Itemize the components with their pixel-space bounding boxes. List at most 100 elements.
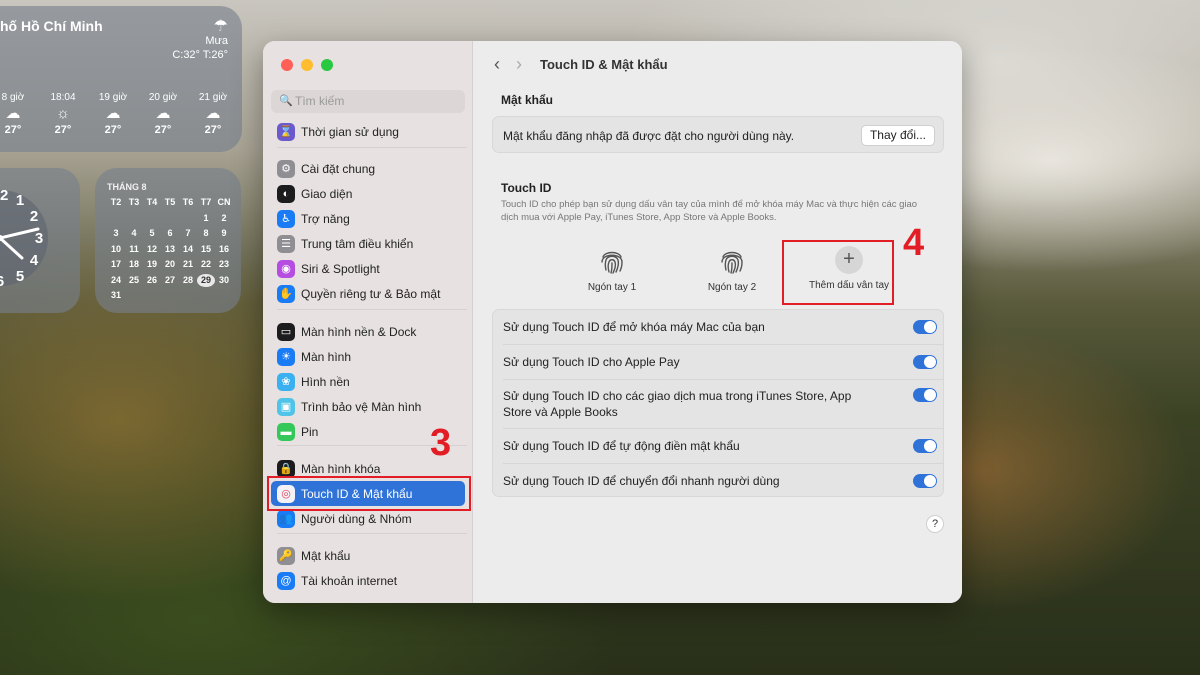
sidebar-item[interactable]: ☰ Trung tâm điều khiển bbox=[271, 231, 465, 256]
password-heading: Mật khẩu bbox=[501, 93, 554, 107]
weather-widget[interactable]: hố Hồ Chí Minh ☂ Mưa C:32° T:26° 8 giờ ☁ 2… bbox=[0, 6, 242, 152]
search-icon: 🔍 bbox=[279, 95, 293, 107]
search-input[interactable]: 🔍 Tìm kiếm bbox=[271, 90, 465, 113]
hour-temp: 27° bbox=[154, 124, 172, 136]
calendar-day: 17 bbox=[110, 259, 121, 269]
hourly-forecast: 8 giờ ☁ 27° 18:04 ☼ 27° 19 giờ ☁ 27° 20 giờ ☁ 27… bbox=[0, 90, 238, 138]
rain-icon: ☁ bbox=[5, 105, 21, 122]
password-status: Mật khẩu đăng nhập đã được đặt cho người… bbox=[503, 128, 795, 143]
calendar-day: 11 bbox=[129, 243, 139, 254]
help-button[interactable]: ? bbox=[926, 515, 944, 533]
sidebar-item-label: Trợ năng bbox=[301, 211, 350, 226]
calendar-weekday: T7 bbox=[200, 197, 212, 207]
sidebar-item[interactable]: ◉ Siri & Spotlight bbox=[271, 256, 465, 281]
calendar-day: 22 bbox=[200, 259, 211, 269]
calendar-day bbox=[125, 212, 143, 226]
sidebar-item-label: Trình bảo vệ Màn hình bbox=[301, 399, 422, 414]
hour-forecast: 19 giờ ☁ 27° bbox=[88, 90, 138, 138]
sidebar-item-icon: ▣ bbox=[277, 397, 295, 416]
sidebar-item[interactable]: ◐ Giao diện bbox=[271, 181, 465, 206]
finger-1[interactable]: Ngón tay 1 bbox=[567, 246, 657, 293]
sidebar-item[interactable]: ▣ Trình bảo vệ Màn hình bbox=[271, 394, 465, 419]
sidebar-item-icon: 🔒 bbox=[277, 459, 295, 478]
sidebar-item-label: Thời gian sử dụng bbox=[301, 124, 399, 139]
calendar-weekday: T2 bbox=[110, 197, 122, 207]
finger-2-label: Ngón tay 2 bbox=[707, 282, 757, 293]
zoom-button[interactable] bbox=[321, 59, 333, 71]
clock-number: 6 bbox=[0, 273, 4, 290]
sidebar-item-label: Tài khoản internet bbox=[301, 573, 398, 588]
clock-number: 12 bbox=[0, 187, 8, 204]
calendar-month: THÁNG 8 bbox=[107, 182, 147, 192]
sidebar-item[interactable]: ☀ Màn hình bbox=[271, 344, 465, 369]
partly-cloudy-icon: ☁ bbox=[105, 105, 121, 122]
sidebar-item-label: Người dùng & Nhóm bbox=[301, 511, 412, 526]
calendar-day: 30 bbox=[218, 274, 229, 285]
user-switch-toggle[interactable] bbox=[913, 474, 937, 488]
calendar-day: 8 bbox=[203, 228, 209, 238]
sidebar-item[interactable]: ⌛ Thời gian sử dụng bbox=[271, 119, 465, 144]
hour-temp: 27° bbox=[54, 124, 72, 136]
sidebar-item-icon: ◐ bbox=[277, 184, 295, 203]
calendar-weekday: T4 bbox=[146, 197, 158, 207]
close-button[interactable] bbox=[281, 59, 293, 71]
finger-1-label: Ngón tay 1 bbox=[587, 282, 637, 293]
unlock-mac-toggle[interactable] bbox=[913, 320, 937, 334]
option-row: Sử dụng Touch ID cho Apple Pay bbox=[493, 345, 945, 379]
calendar-widget[interactable]: THÁNG 8 T2 T3 T4 T5 T6 T7 CN 1 2 3 4 5 6 7 8 9 10 11 12 13 1… bbox=[95, 168, 241, 313]
change-password-button[interactable]: Thay đổi... bbox=[860, 125, 935, 146]
sidebar-item[interactable]: ♿ Trợ năng bbox=[271, 206, 465, 231]
calendar-day: 26 bbox=[146, 274, 157, 285]
clock-number: 5 bbox=[16, 268, 24, 285]
sidebar-item-label: Siri & Spotlight bbox=[301, 261, 380, 276]
sidebar-item[interactable]: ⚙ Cài đặt chung bbox=[271, 156, 465, 181]
hour-forecast: 20 giờ ☁ 27° bbox=[138, 90, 188, 138]
sidebar-item[interactable]: @ Tài khoản internet bbox=[271, 568, 465, 593]
calendar-day: 15 bbox=[200, 243, 211, 254]
clock-face: 12 1 2 3 4 5 6 bbox=[0, 187, 48, 290]
back-chevron-icon[interactable]: ‹ bbox=[494, 54, 500, 75]
sidebar-item-icon: ▬ bbox=[277, 422, 295, 441]
fingerprint-icon bbox=[721, 251, 743, 274]
clock-number: 4 bbox=[30, 252, 39, 269]
option-label: Sử dụng Touch ID để mở khóa máy Mac của … bbox=[503, 320, 765, 334]
option-label: Sử dụng Touch ID cho các giao dịch mua t… bbox=[503, 389, 852, 419]
hour-time: 20 giờ bbox=[148, 92, 178, 103]
sidebar-item[interactable]: ✋ Quyền riêng tư & Bảo mật bbox=[271, 281, 465, 306]
touchid-heading: Touch ID bbox=[501, 181, 552, 195]
hour-forecast: 18:04 ☼ 27° bbox=[38, 90, 88, 138]
sidebar-item[interactable]: ▭ Màn hình nền & Dock bbox=[271, 319, 465, 344]
search-placeholder: Tìm kiếm bbox=[295, 94, 345, 108]
apple-pay-toggle[interactable] bbox=[913, 355, 937, 369]
autofill-toggle[interactable] bbox=[913, 439, 937, 453]
purchases-toggle[interactable] bbox=[913, 388, 937, 402]
minimize-button[interactable] bbox=[301, 59, 313, 71]
sidebar: 🔍 Tìm kiếm ⌛ Thời gian sử dụng ⚙ Cài đặt ch… bbox=[263, 41, 473, 603]
calendar-day: 14 bbox=[182, 243, 193, 254]
calendar-day: 20 bbox=[164, 259, 175, 269]
settings-window: 🔍 Tìm kiếm ⌛ Thời gian sử dụng ⚙ Cài đặt ch… bbox=[263, 41, 962, 603]
sidebar-item-icon: ❀ bbox=[277, 372, 295, 391]
option-label: Sử dụng Touch ID cho Apple Pay bbox=[503, 355, 680, 369]
calendar-day: 24 bbox=[110, 274, 121, 285]
sidebar-item-label: Cài đặt chung bbox=[301, 161, 376, 176]
calendar-day: 23 bbox=[218, 259, 229, 269]
option-row: Sử dụng Touch ID để mở khóa máy Mac của … bbox=[493, 310, 945, 344]
calendar-day: 9 bbox=[221, 228, 227, 238]
sidebar-separator bbox=[277, 309, 467, 310]
calendar-day: 6 bbox=[167, 228, 173, 238]
clock-widget[interactable]: 12 1 2 3 4 5 6 bbox=[0, 168, 80, 313]
calendar-day: 19 bbox=[146, 259, 157, 269]
sidebar-item[interactable]: 🔑 Mật khẩu bbox=[271, 543, 465, 568]
sidebar-item-icon: 🔑 bbox=[277, 546, 295, 565]
rain-cloud-icon: ☂ bbox=[213, 18, 228, 35]
forward-chevron-icon[interactable]: › bbox=[516, 54, 522, 75]
touchid-description: Touch ID cho phép bạn sử dụng dấu vân ta… bbox=[501, 199, 918, 223]
sidebar-item[interactable]: ❀ Hình nền bbox=[271, 369, 465, 394]
calendar-day: 25 bbox=[128, 274, 139, 285]
option-label: Sử dụng Touch ID để chuyển đổi nhanh ngư… bbox=[503, 474, 780, 488]
touchid-options: Sử dụng Touch ID để mở khóa máy Mac của … bbox=[492, 309, 944, 497]
page-title: Touch ID & Mật khẩu bbox=[540, 56, 668, 72]
finger-2[interactable]: Ngón tay 2 bbox=[687, 246, 777, 293]
sidebar-item-icon: ▭ bbox=[277, 322, 295, 341]
